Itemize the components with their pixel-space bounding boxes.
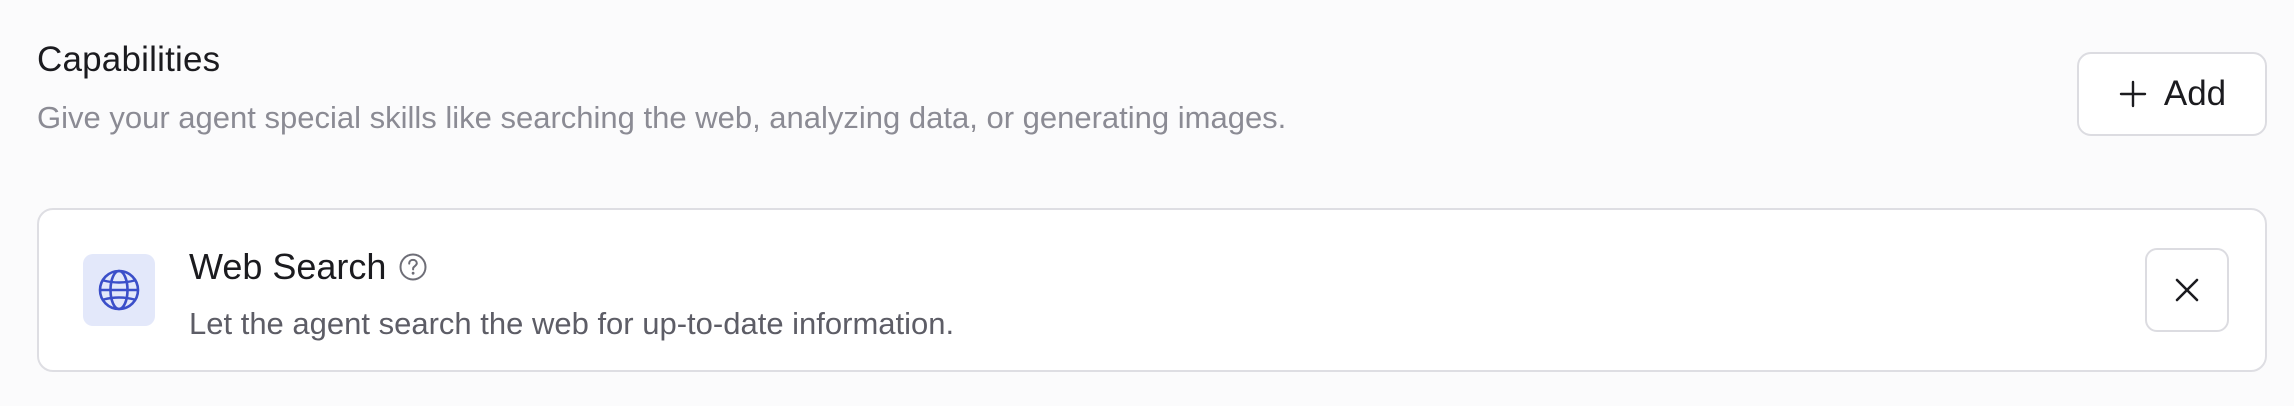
- capabilities-header: Capabilities Give your agent special ski…: [37, 0, 2267, 160]
- add-capability-button[interactable]: Add: [2077, 52, 2267, 136]
- section-title: Capabilities: [37, 40, 221, 79]
- capability-description: Let the agent search the web for up-to-d…: [189, 306, 955, 341]
- capability-card-web-search: Web Search Let the agent search the web …: [37, 208, 2267, 372]
- close-icon: [2172, 275, 2202, 305]
- help-circle-icon[interactable]: [398, 252, 428, 282]
- capabilities-section: Capabilities Give your agent special ski…: [37, 0, 2267, 406]
- capability-title: Web Search: [189, 246, 387, 287]
- add-button-label: Add: [2163, 74, 2227, 113]
- remove-capability-button[interactable]: [2145, 248, 2229, 332]
- section-description: Give your agent special skills like sear…: [37, 100, 1287, 135]
- capability-title-row: Web Search: [189, 246, 428, 288]
- plus-icon: [2118, 79, 2148, 109]
- globe-icon: [83, 254, 155, 326]
